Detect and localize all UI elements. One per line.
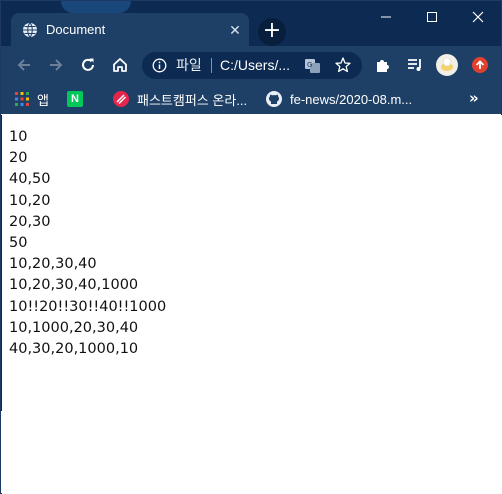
media-queue-icon — [408, 59, 421, 71]
media-button[interactable] — [403, 53, 427, 77]
arrow-right-icon — [50, 59, 63, 71]
arrow-left-icon — [17, 59, 30, 71]
page-content: 10 20 40,50 10,20 20,30 50 10,20,30,40 1… — [2, 115, 502, 494]
output-line: 50 — [9, 235, 28, 252]
extensions-button[interactable] — [371, 53, 395, 77]
home-icon — [113, 58, 127, 72]
output-line: 20 — [9, 150, 28, 167]
close-tab-icon[interactable]: ✕ — [227, 22, 243, 38]
bookmark-apps[interactable]: 앱 — [15, 90, 49, 108]
bookmark-label: 앱 — [37, 92, 49, 108]
tab-document[interactable]: Document ✕ — [11, 13, 249, 46]
update-icon[interactable] — [468, 53, 492, 77]
info-icon[interactable] — [152, 58, 167, 73]
url-text[interactable]: C:/Users/... — [220, 57, 290, 74]
title-bar: Document ✕ + — [1, 1, 501, 46]
apps-grid-icon — [15, 92, 29, 106]
output-line: 10,1000,20,30,40 — [9, 319, 139, 336]
output-line: 40,50 — [9, 171, 51, 188]
maximize-button[interactable] — [409, 1, 455, 33]
output-line: 10,20,30,40,1000 — [9, 277, 139, 294]
avatar[interactable] — [435, 53, 459, 77]
output-line: 10,20,30,40 — [9, 256, 97, 273]
output-line: 10,20 — [9, 192, 51, 209]
reload-button[interactable] — [76, 53, 100, 77]
translate-icon[interactable]: G — [304, 57, 321, 79]
output-line: 20,30 — [9, 213, 51, 230]
url-scheme: 파일 — [176, 57, 202, 73]
bookmark-naver[interactable]: N — [67, 90, 83, 108]
bookmark-fastcampus[interactable]: 패스트캠퍼스 온라... — [113, 90, 247, 108]
bookmark-fe-news[interactable]: fe-news/2020-08.m... — [266, 90, 412, 108]
divider — [211, 58, 212, 73]
puzzle-icon — [377, 60, 389, 72]
new-tab-button[interactable]: + — [258, 18, 286, 46]
address-bar[interactable]: 파일 C:/Users/... G — [142, 52, 362, 79]
browser-window: Document ✕ + 파일 C:/Users/... G 앱 N 패스트캠퍼… — [0, 0, 502, 494]
more-bookmarks-button[interactable]: » — [469, 89, 479, 107]
output-line: 40,30,20,1000,10 — [9, 341, 139, 358]
back-button[interactable] — [12, 53, 36, 77]
globe-icon — [22, 22, 38, 38]
bookmarks-bar: 앱 N 패스트캠퍼스 온라... fe-news/2020-08.m... » — [1, 84, 501, 114]
output-line: 10!!20!!30!!40!!1000 — [9, 298, 167, 315]
github-icon — [266, 91, 282, 107]
browser-toolbar: 파일 C:/Users/... G — [1, 46, 501, 84]
bookmark-label: fe-news/2020-08.m... — [290, 91, 413, 107]
star-icon[interactable] — [334, 56, 352, 79]
forward-button[interactable] — [44, 53, 68, 77]
close-window-button[interactable] — [455, 1, 501, 33]
reload-icon — [82, 58, 94, 71]
bookmark-label: 패스트캠퍼스 온라... — [137, 92, 248, 108]
svg-text:G: G — [307, 61, 312, 69]
fastcampus-icon — [113, 91, 129, 107]
minimize-button[interactable] — [363, 1, 409, 33]
naver-icon: N — [67, 91, 83, 107]
output-line: 10 — [9, 129, 28, 145]
home-button[interactable] — [108, 53, 132, 77]
tab-title: Document — [46, 22, 106, 37]
